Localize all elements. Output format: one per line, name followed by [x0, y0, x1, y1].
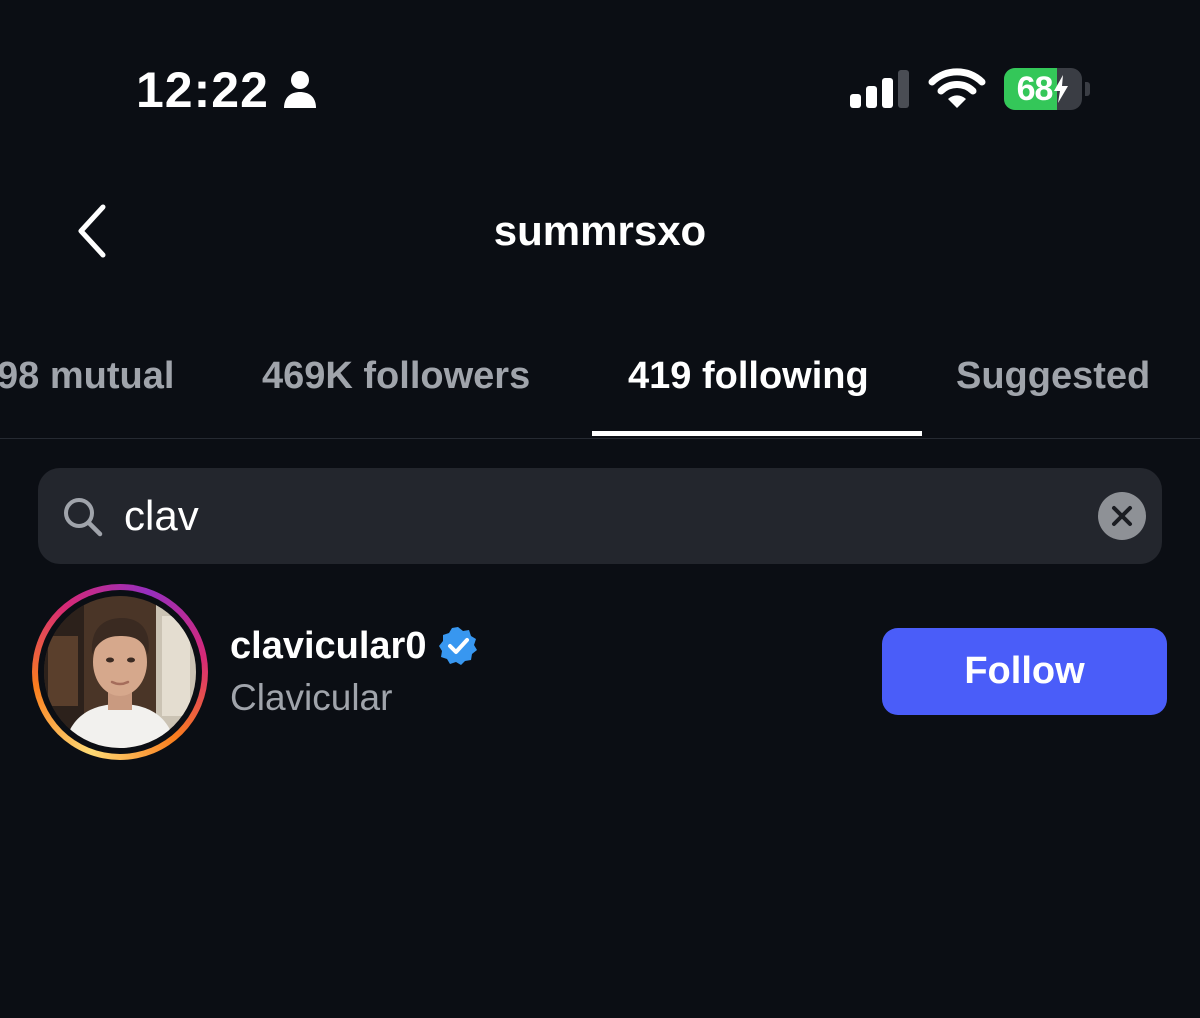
- battery-body: 68: [1004, 68, 1082, 110]
- signal-icon: [850, 70, 909, 108]
- battery-label: 68: [1004, 68, 1082, 110]
- battery-icon: 68: [1004, 68, 1090, 110]
- tab-bar: 98 mutual 469K followers 419 following S…: [0, 330, 1200, 439]
- battery-cap: [1085, 82, 1090, 96]
- charging-bolt-icon: [1054, 75, 1069, 103]
- clear-search-button[interactable]: [1098, 492, 1146, 540]
- tab-suggested[interactable]: Suggested: [956, 352, 1150, 400]
- wifi-icon: [928, 68, 986, 108]
- status-time: 12:22: [136, 62, 269, 118]
- avatar: [44, 596, 196, 748]
- follow-button[interactable]: Follow: [882, 628, 1167, 715]
- full-name: Clavicular: [230, 677, 393, 718]
- tab-mutual[interactable]: 98 mutual: [0, 352, 174, 400]
- tab-followers[interactable]: 469K followers: [262, 352, 530, 400]
- status-bar: 12:22 68: [0, 0, 1200, 180]
- back-button[interactable]: [62, 196, 122, 266]
- username[interactable]: clavicular0: [230, 622, 426, 670]
- chevron-left-icon: [78, 204, 106, 258]
- list-item[interactable]: clavicular0 Clavicular Follow: [0, 580, 1200, 764]
- search-bar: [38, 468, 1162, 564]
- page-title: summrsxo: [493, 207, 707, 254]
- verified-badge-icon: [439, 627, 478, 665]
- story-ring[interactable]: [32, 584, 208, 760]
- search-input[interactable]: [124, 484, 1064, 548]
- tab-following[interactable]: 419 following: [628, 352, 869, 400]
- search-icon: [64, 498, 103, 537]
- close-icon: [1112, 506, 1132, 526]
- battery-percent: 68: [1016, 69, 1054, 108]
- person-icon: [284, 71, 316, 108]
- active-tab-indicator: [592, 431, 922, 436]
- username-line: clavicular0: [230, 622, 478, 670]
